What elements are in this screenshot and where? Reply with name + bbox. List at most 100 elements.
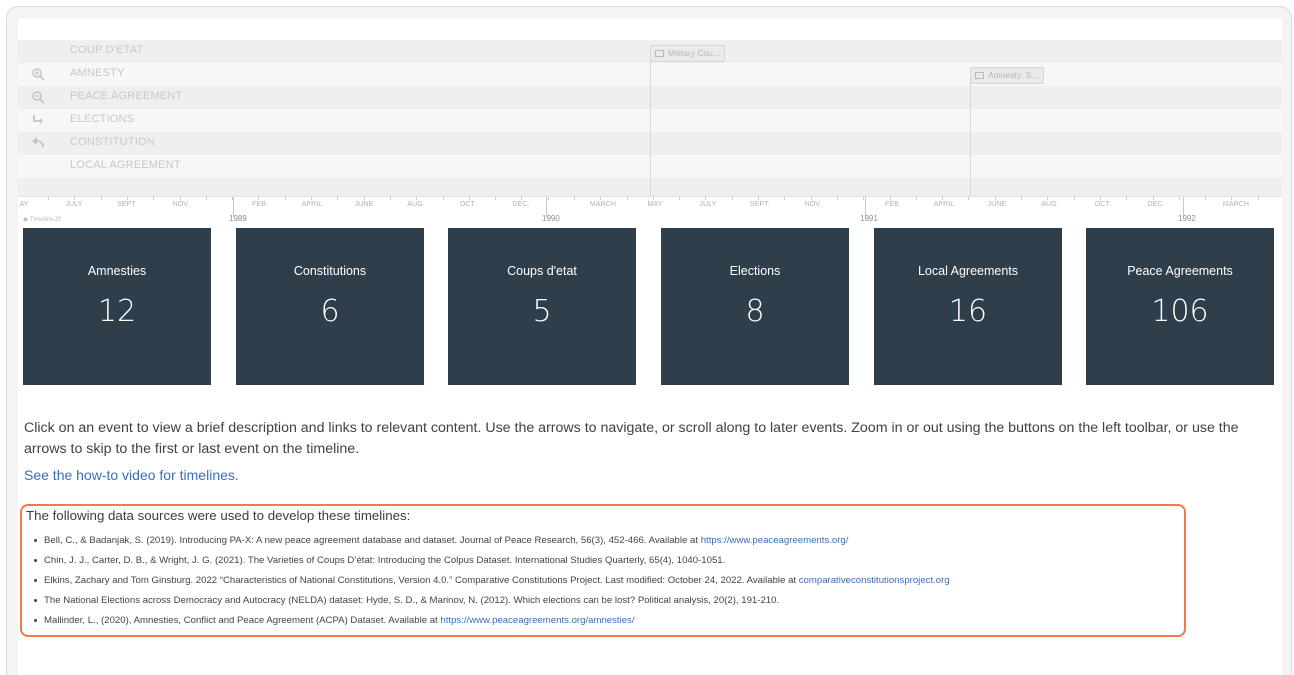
month-tick — [469, 197, 470, 200]
list-item: The National Elections across Democracy … — [34, 591, 1184, 611]
stat-card-amnesties[interactable]: Amnesties 12 — [23, 228, 211, 385]
year-label: 1991 — [860, 214, 878, 223]
stat-card-local-agreements[interactable]: Local Agreements 16 — [874, 228, 1062, 385]
month-label: MARCH — [589, 201, 617, 208]
month-tick — [495, 197, 496, 200]
list-item: Chin, J. J., Carter, D. B., & Wright, J.… — [34, 551, 1184, 571]
stat-card-elections[interactable]: Elections 8 — [661, 228, 849, 385]
list-item: Mallinder, L., (2020), Amnesties, Confli… — [34, 611, 1184, 631]
data-sources-list: Bell, C., & Badanjak, S. (2019). Introdu… — [34, 531, 1184, 631]
stat-card-label: Local Agreements — [917, 264, 1019, 278]
month-tick — [968, 197, 969, 200]
image-icon — [655, 50, 664, 58]
month-label: DEC. — [1147, 201, 1165, 208]
month-label: MARCH — [1222, 201, 1250, 208]
year-label: 1989 — [229, 214, 247, 223]
month-tick — [942, 197, 943, 200]
month-tick — [679, 197, 680, 200]
stat-card-constitutions[interactable]: Constitutions 6 — [236, 228, 424, 385]
source-text: The National Elections across Democracy … — [44, 595, 780, 606]
event-flag-label: Military Cou... — [668, 48, 720, 58]
stat-card-value: 6 — [320, 294, 340, 329]
source-link[interactable]: https://www.peaceagreements.org/amnestie… — [440, 615, 634, 626]
month-tick — [1258, 197, 1259, 200]
month-label: DEC. — [512, 201, 530, 208]
month-tick — [1126, 197, 1127, 200]
source-text: Chin, J. J., Carter, D. B., & Wright, J.… — [44, 555, 726, 566]
month-tick — [232, 197, 233, 200]
image-icon — [975, 72, 984, 80]
month-label: AUG. — [1041, 201, 1059, 208]
timeline-axis[interactable]: 1989 1990 1991 1992 AY JULY SEPT. NOV. F… — [18, 196, 1282, 226]
stat-card-label: Coups d'etat — [507, 264, 577, 278]
month-tick — [285, 197, 286, 200]
month-tick — [74, 197, 75, 200]
month-tick — [101, 197, 102, 200]
month-label: JUNE — [354, 201, 374, 208]
month-tick — [1231, 197, 1232, 200]
source-link[interactable]: comparativeconstitutionsproject.org — [799, 575, 950, 586]
month-tick — [521, 197, 522, 200]
month-tick — [732, 197, 733, 200]
event-marker-line — [970, 70, 971, 200]
month-tick — [705, 197, 706, 200]
month-tick — [890, 197, 891, 200]
month-tick — [1074, 197, 1075, 200]
back-icon[interactable] — [30, 136, 46, 152]
event-marker-line — [650, 48, 651, 200]
month-label: MAY — [647, 201, 663, 208]
stat-card-value: 8 — [745, 294, 765, 329]
stat-card-label: Peace Agreements — [1127, 264, 1233, 278]
source-text: Bell, C., & Badanjak, S. (2019). Introdu… — [44, 535, 701, 546]
stat-card-value: 16 — [948, 294, 988, 329]
how-to-video-link[interactable]: See the how-to video for timelines. — [24, 467, 239, 483]
stat-card-coups[interactable]: Coups d'etat 5 — [448, 228, 636, 385]
month-tick — [206, 197, 207, 200]
month-tick — [127, 197, 128, 200]
source-link[interactable]: https://www.peaceagreements.org/ — [701, 535, 849, 546]
month-tick — [48, 197, 49, 200]
data-sources-box: The following data sources were used to … — [20, 504, 1186, 637]
month-tick — [653, 197, 654, 200]
stat-card-value: 106 — [1151, 294, 1209, 329]
timeline-row-label: ELECTIONS — [70, 113, 135, 125]
list-item: Elkins, Zachary and Tom Ginsburg. 2022 “… — [34, 571, 1184, 591]
stat-card-value: 12 — [97, 294, 137, 329]
month-tick — [863, 197, 864, 200]
timeline-row-label: PEACE AGREEMENT — [70, 90, 183, 102]
stat-card-label: Elections — [729, 264, 781, 278]
year-label: 1992 — [1178, 214, 1196, 223]
event-flag[interactable]: Amnesty: S... — [970, 67, 1044, 84]
month-label: OCT. — [1094, 201, 1112, 208]
month-label: FEB. — [885, 201, 901, 208]
stat-card-label: Amnesties — [87, 264, 147, 278]
month-tick — [443, 197, 444, 200]
month-tick — [600, 197, 601, 200]
main-content: COUP D'ETAT AMNESTY PEACE AGREEMENT ELEC… — [18, 18, 1282, 675]
month-tick — [916, 197, 917, 200]
month-tick — [390, 197, 391, 200]
stat-card-label: Constitutions — [293, 264, 367, 278]
month-tick — [837, 197, 838, 200]
timelinejs-brand[interactable]: ◆ TimelineJS — [23, 215, 62, 223]
timeline-row-label: LOCAL AGREEMENT — [70, 159, 181, 171]
month-label: APRIL — [933, 201, 955, 208]
month-tick — [337, 197, 338, 200]
stat-card-value: 5 — [532, 294, 552, 329]
month-tick — [364, 197, 365, 200]
event-flag[interactable]: Military Cou... — [650, 45, 725, 62]
timeline-row-label: AMNESTY — [70, 67, 125, 79]
month-tick — [258, 197, 259, 200]
zoom-out-icon[interactable] — [30, 90, 46, 106]
month-tick — [1153, 197, 1154, 200]
zoom-in-icon[interactable] — [30, 67, 46, 83]
return-to-start-icon[interactable] — [30, 113, 46, 129]
timeline[interactable]: COUP D'ETAT AMNESTY PEACE AGREEMENT ELEC… — [18, 40, 1282, 226]
month-tick — [627, 197, 628, 200]
month-tick — [1021, 197, 1022, 200]
month-label: JULY — [699, 201, 717, 208]
month-label: JULY — [65, 201, 83, 208]
stat-card-peace-agreements[interactable]: Peace Agreements 106 — [1086, 228, 1274, 385]
event-flag-label: Amnesty: S... — [988, 70, 1039, 80]
timeline-row-label: CONSTITUTION — [70, 136, 155, 148]
